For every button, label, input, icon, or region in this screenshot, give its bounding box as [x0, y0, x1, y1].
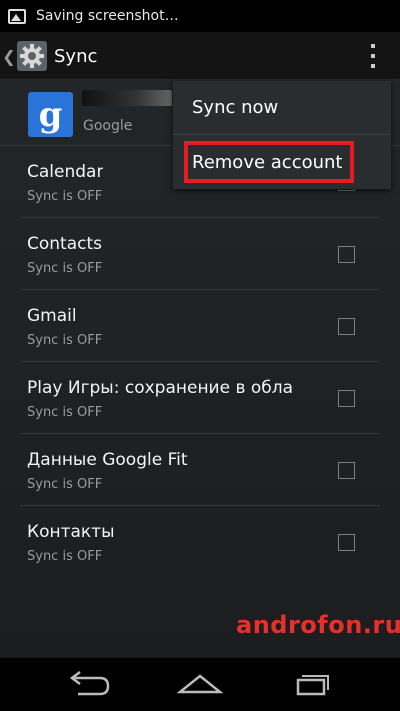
sync-item-play-games[interactable]: Play Игры: сохранение в обла Sync is OFF	[20, 362, 380, 434]
sync-item-label: Контакты	[27, 522, 115, 542]
menu-item-sync-now[interactable]: Sync now	[173, 81, 391, 135]
sync-item-status: Sync is OFF	[27, 261, 103, 276]
google-logo-icon: g	[28, 92, 73, 137]
sync-checkbox[interactable]	[338, 462, 355, 479]
sync-item-status: Sync is OFF	[27, 189, 103, 204]
sync-checkbox[interactable]	[338, 390, 355, 407]
menu-item-remove-account[interactable]: Remove account	[173, 135, 391, 189]
up-caret-icon[interactable]: ❮	[2, 47, 16, 66]
status-notification-text: Saving screenshot…	[36, 8, 179, 24]
account-name-redacted	[82, 90, 172, 106]
sync-item-label: Contacts	[27, 234, 102, 254]
image-icon	[8, 8, 26, 24]
sync-item-kontakty[interactable]: Контакты Sync is OFF	[20, 506, 380, 578]
highlight-annotation	[184, 141, 354, 183]
account-type: Google	[83, 118, 133, 134]
back-icon[interactable]	[58, 666, 118, 702]
sync-item-gmail[interactable]: Gmail Sync is OFF	[20, 290, 380, 362]
overflow-popup-menu: Sync now Remove account	[173, 81, 391, 189]
status-bar: Saving screenshot…	[0, 0, 400, 32]
sync-checkbox[interactable]	[338, 246, 355, 263]
sync-item-status: Sync is OFF	[27, 477, 103, 492]
sync-item-status: Sync is OFF	[27, 549, 103, 564]
settings-gear-icon[interactable]	[16, 40, 48, 72]
recent-apps-icon[interactable]	[282, 666, 342, 702]
sync-item-label: Gmail	[27, 306, 77, 326]
watermark: androfon.ru	[236, 611, 400, 639]
sync-item-status: Sync is OFF	[27, 405, 103, 420]
navigation-bar	[0, 658, 400, 711]
sync-item-label: Play Игры: сохранение в обла	[27, 378, 294, 398]
overflow-menu-icon[interactable]	[368, 44, 378, 68]
action-bar: ❮ Sync	[0, 32, 400, 80]
home-icon[interactable]	[170, 666, 230, 702]
sync-item-label: Данные Google Fit	[27, 450, 188, 470]
sync-checkbox[interactable]	[338, 318, 355, 335]
sync-checkbox[interactable]	[338, 534, 355, 551]
page-title: Sync	[54, 45, 98, 67]
sync-item-label: Calendar	[27, 162, 104, 182]
sync-item-contacts[interactable]: Contacts Sync is OFF	[20, 218, 380, 290]
sync-item-status: Sync is OFF	[27, 333, 103, 348]
sync-item-google-fit[interactable]: Данные Google Fit Sync is OFF	[20, 434, 380, 506]
